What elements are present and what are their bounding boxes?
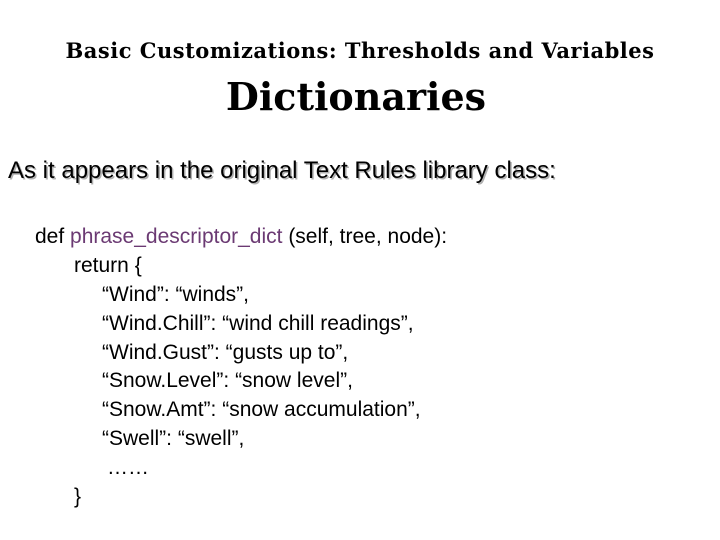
code-return-line: return { — [74, 254, 142, 277]
code-entry-wind: “Wind”: “winds”, — [102, 283, 250, 306]
code-entry-snow-level: “Snow.Level”: “snow level”, — [102, 369, 353, 392]
code-entry-wind-chill: “Wind.Chill”: “wind chill readings”, — [102, 312, 414, 335]
code-ellipsis: …… — [107, 456, 149, 479]
slide-title: Dictionaries — [225, 74, 487, 119]
code-def-line: def phrase_descriptor_dict (self, tree, … — [35, 222, 447, 251]
function-name: phrase_descriptor_dict — [70, 225, 283, 248]
function-signature: (self, tree, node): — [282, 225, 448, 248]
slide-supertitle: Basic Customizations: Thresholds and Var… — [65, 38, 655, 63]
code-entry-snow-amt: “Snow.Amt”: “snow accumulation”, — [102, 398, 421, 421]
code-closing-brace: } — [74, 485, 82, 508]
def-keyword: def — [35, 225, 71, 248]
code-entry-wind-gust: “Wind.Gust”: “gusts up to”, — [102, 341, 349, 364]
slide-subheading: As it appears in the original Text Rules… — [8, 157, 556, 184]
code-entry-swell: “Swell”: “swell”, — [102, 427, 245, 450]
